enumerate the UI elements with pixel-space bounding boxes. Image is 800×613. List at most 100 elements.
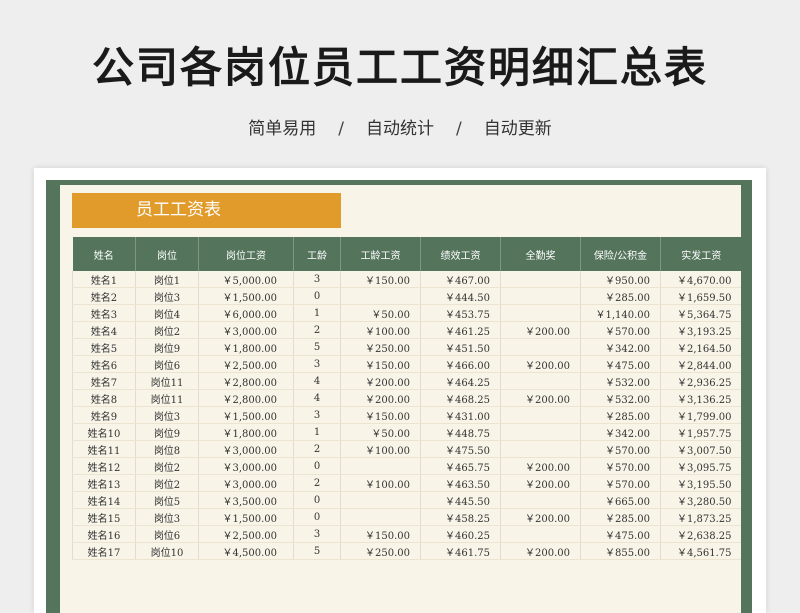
table-row: 姓名16 岗位6 ￥2,500.00 3 ￥150.00 ￥460.25 ￥475.00 ￥2… [72, 525, 741, 543]
cell-position: 岗位10 [135, 542, 199, 560]
cell-position: 岗位6 [135, 355, 199, 373]
sheet-frame: 员工工资表 姓名 岗位 岗位工资 工龄 工龄工资 绩效工资 全勤奖 保险/公积金… [46, 180, 752, 613]
cell-position: 岗位6 [135, 525, 199, 543]
col-header-performance-pay: 绩效工资 [420, 237, 501, 271]
cell-position: 岗位3 [135, 287, 199, 305]
cell-insurance: ￥342.00 [580, 423, 661, 441]
cell-net-pay: ￥4,561.75 [660, 542, 741, 560]
cell-position: 岗位8 [135, 440, 199, 458]
col-header-insurance: 保险/公积金 [580, 237, 661, 271]
table-row: 姓名13 岗位2 ￥3,000.00 2 ￥100.00 ￥463.50 ￥200.00 ￥5… [72, 474, 741, 492]
col-header-seniority: 工龄 [293, 237, 341, 271]
cell-base-salary: ￥1,500.00 [198, 406, 294, 424]
cell-attendance-bonus [500, 287, 581, 305]
cell-name: 姓名7 [72, 372, 136, 390]
cell-net-pay: ￥1,799.00 [660, 406, 741, 424]
cell-net-pay: ￥3,193.25 [660, 321, 741, 339]
cell-name: 姓名2 [72, 287, 136, 305]
cell-performance-pay: ￥465.75 [420, 457, 501, 475]
cell-seniority-pay [340, 491, 421, 509]
separator: / [338, 119, 344, 139]
cell-attendance-bonus: ￥200.00 [500, 355, 581, 373]
cell-name: 姓名13 [72, 474, 136, 492]
cell-seniority-pay [340, 457, 421, 475]
cell-seniority: 3 [293, 355, 341, 373]
cell-insurance: ￥570.00 [580, 321, 661, 339]
cell-performance-pay: ￥431.00 [420, 406, 501, 424]
cell-seniority: 4 [293, 389, 341, 407]
cell-attendance-bonus: ￥200.00 [500, 508, 581, 526]
cell-net-pay: ￥3,195.50 [660, 474, 741, 492]
cell-performance-pay: ￥461.25 [420, 321, 501, 339]
cell-name: 姓名10 [72, 423, 136, 441]
cell-performance-pay: ￥463.50 [420, 474, 501, 492]
cell-attendance-bonus: ￥200.00 [500, 457, 581, 475]
separator: / [456, 119, 462, 139]
cell-insurance: ￥532.00 [580, 372, 661, 390]
cell-net-pay: ￥1,659.50 [660, 287, 741, 305]
cell-position: 岗位3 [135, 508, 199, 526]
col-header-attendance-bonus: 全勤奖 [500, 237, 581, 271]
cell-name: 姓名11 [72, 440, 136, 458]
cell-name: 姓名3 [72, 304, 136, 322]
table-row: 姓名2 岗位3 ￥1,500.00 0 ￥444.50 ￥285.00 ￥1,659.50 [72, 287, 741, 305]
cell-seniority: 3 [293, 525, 341, 543]
feature-auto-update: 自动更新 [483, 119, 552, 139]
cell-insurance: ￥570.00 [580, 474, 661, 492]
cell-performance-pay: ￥453.75 [420, 304, 501, 322]
cell-performance-pay: ￥445.50 [420, 491, 501, 509]
cell-base-salary: ￥2,800.00 [198, 389, 294, 407]
cell-name: 姓名5 [72, 338, 136, 356]
cell-base-salary: ￥3,500.00 [198, 491, 294, 509]
cell-position: 岗位9 [135, 423, 199, 441]
cell-attendance-bonus [500, 525, 581, 543]
cell-seniority-pay: ￥250.00 [340, 338, 421, 356]
cell-attendance-bonus [500, 406, 581, 424]
cell-net-pay: ￥2,638.25 [660, 525, 741, 543]
cell-performance-pay: ￥461.75 [420, 542, 501, 560]
cell-name: 姓名8 [72, 389, 136, 407]
cell-attendance-bonus: ￥200.00 [500, 389, 581, 407]
cell-insurance: ￥1,140.00 [580, 304, 661, 322]
cell-seniority-pay: ￥100.00 [340, 321, 421, 339]
cell-name: 姓名17 [72, 542, 136, 560]
cell-attendance-bonus: ￥200.00 [500, 474, 581, 492]
cell-base-salary: ￥2,800.00 [198, 372, 294, 390]
col-header-base-salary: 岗位工资 [198, 237, 294, 271]
cell-attendance-bonus [500, 372, 581, 390]
cell-position: 岗位11 [135, 389, 199, 407]
table-row: 姓名9 岗位3 ￥1,500.00 3 ￥150.00 ￥431.00 ￥285.00 ￥1,… [72, 406, 741, 424]
cell-attendance-bonus [500, 440, 581, 458]
cell-seniority: 0 [293, 491, 341, 509]
cell-performance-pay: ￥458.25 [420, 508, 501, 526]
cell-net-pay: ￥3,007.50 [660, 440, 741, 458]
cell-insurance: ￥570.00 [580, 457, 661, 475]
table-header-row: 姓名 岗位 岗位工资 工龄 工龄工资 绩效工资 全勤奖 保险/公积金 实发工资 [72, 237, 741, 271]
cell-seniority: 1 [293, 423, 341, 441]
cell-base-salary: ￥4,500.00 [198, 542, 294, 560]
spreadsheet-preview-card: 员工工资表 姓名 岗位 岗位工资 工龄 工龄工资 绩效工资 全勤奖 保险/公积金… [34, 168, 766, 613]
cell-performance-pay: ￥468.25 [420, 389, 501, 407]
cell-attendance-bonus [500, 304, 581, 322]
cell-net-pay: ￥3,136.25 [660, 389, 741, 407]
cell-seniority: 0 [293, 508, 341, 526]
cell-base-salary: ￥1,800.00 [198, 423, 294, 441]
cell-name: 姓名15 [72, 508, 136, 526]
cell-net-pay: ￥4,670.00 [660, 271, 741, 288]
cell-position: 岗位2 [135, 474, 199, 492]
table-row: 姓名8 岗位11 ￥2,800.00 4 ￥200.00 ￥468.25 ￥200.00 ￥5… [72, 389, 741, 407]
cell-net-pay: ￥2,844.00 [660, 355, 741, 373]
table-row: 姓名12 岗位2 ￥3,000.00 0 ￥465.75 ￥200.00 ￥570.00 ￥3… [72, 457, 741, 475]
cell-base-salary: ￥6,000.00 [198, 304, 294, 322]
cell-insurance: ￥342.00 [580, 338, 661, 356]
cell-position: 岗位3 [135, 406, 199, 424]
cell-seniority-pay [340, 508, 421, 526]
cell-seniority-pay: ￥150.00 [340, 355, 421, 373]
cell-name: 姓名4 [72, 321, 136, 339]
cell-performance-pay: ￥464.25 [420, 372, 501, 390]
cell-attendance-bonus: ￥200.00 [500, 542, 581, 560]
cell-base-salary: ￥3,000.00 [198, 440, 294, 458]
table-row: 姓名7 岗位11 ￥2,800.00 4 ￥200.00 ￥464.25 ￥532.00 ￥2… [72, 372, 741, 390]
sheet-title: 员工工资表 [72, 193, 341, 228]
table-row: 姓名17 岗位10 ￥4,500.00 5 ￥250.00 ￥461.75 ￥200.00 ￥… [72, 542, 741, 560]
